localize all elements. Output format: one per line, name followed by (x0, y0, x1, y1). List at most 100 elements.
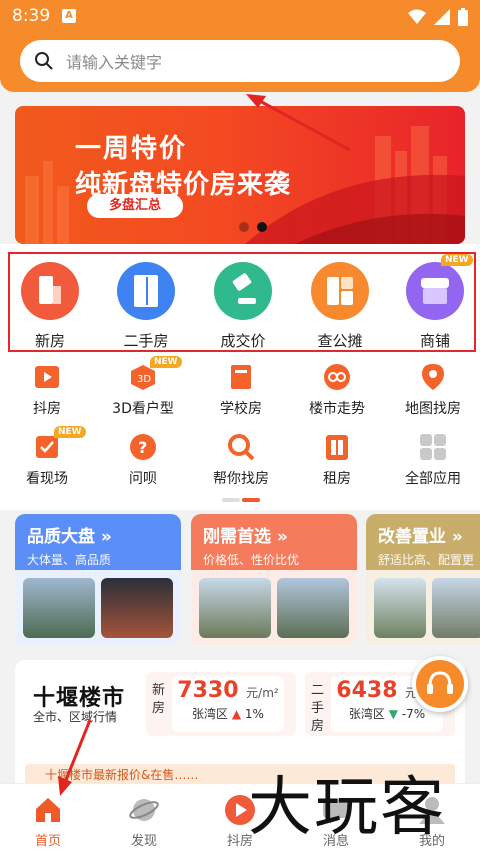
promo-title: 品质大盘 » (27, 527, 112, 547)
nav-label: 首页 (34, 834, 61, 849)
primary-nav-label: 查公摊 (317, 332, 363, 350)
secondary-nav-trend[interactable]: 楼市走势 (292, 362, 382, 418)
promo-subtitle: 大体量、高品质 (27, 553, 112, 567)
nav-home[interactable]: 首页 (0, 784, 96, 853)
banner-title: 一周特价 (75, 134, 188, 164)
promo-images (374, 578, 480, 638)
svg-text:?: ? (138, 438, 147, 457)
property-photo (277, 578, 349, 638)
new-badge: NEW (441, 254, 473, 266)
primary-nav-second-hand[interactable]: 二手房 (106, 254, 186, 351)
secondary-nav-ask[interactable]: ? 问呗 (98, 432, 188, 488)
secondary-nav-school[interactable]: 学校房 (196, 362, 286, 418)
property-photo (101, 578, 173, 638)
promo-card-upgrade[interactable]: 改善置业 » 舒适比高、配置更 (366, 514, 480, 646)
search-input[interactable]: 请输入关键字 (20, 40, 460, 82)
question-icon: ? (128, 432, 158, 462)
promo-title: 改善置业 » (378, 527, 463, 547)
clock: 8:39 (12, 6, 51, 26)
secondary-nav-label: 学校房 (220, 401, 262, 417)
stat-type: 新房 (152, 683, 166, 716)
new-house-price-stat[interactable]: 新房 7330 元/m² 张湾区 ▲ 1% (146, 672, 296, 736)
secondary-nav-label: 3D看户型 (112, 401, 174, 417)
customer-service-button[interactable] (412, 656, 468, 712)
new-badge: NEW (54, 426, 86, 438)
secondary-nav-label: 抖房 (33, 401, 61, 417)
promo-card-first-home[interactable]: 刚需首选 » 价格低、性价比优 (191, 514, 357, 646)
feature-panel: 新房 二手房 成交价 查公摊 NEW 商铺 抖房 3D NEW 3D看户型 学校… (0, 244, 480, 510)
stat-area: 张湾区 (348, 707, 385, 721)
primary-nav-label: 商铺 (419, 332, 450, 350)
promo-title: 刚需首选 » (203, 527, 288, 547)
property-photo (432, 578, 480, 638)
home-icon (32, 794, 64, 826)
nav-label: 发现 (130, 834, 157, 849)
new-badge: NEW (150, 356, 182, 368)
secondary-nav-all-apps[interactable]: 全部应用 (388, 432, 478, 488)
stat-direction: ▲ (231, 707, 242, 721)
promo-header: 刚需首选 » 价格低、性价比优 (191, 514, 357, 570)
market-description: 全市、区域行情 (33, 710, 118, 724)
secondary-nav-label: 看现场 (26, 471, 68, 487)
pagination-dot-active (257, 222, 267, 232)
secondary-nav-label: 问呗 (129, 471, 157, 487)
pagination-dot (239, 222, 249, 232)
store-icon (406, 262, 464, 320)
door-icon (117, 262, 175, 320)
system-icons (408, 8, 468, 26)
property-photo (23, 578, 95, 638)
promo-header: 品质大盘 » 大体量、高品质 (15, 514, 181, 570)
secondary-nav-3d[interactable]: 3D NEW 3D看户型 (98, 356, 188, 418)
secondary-nav-label: 帮你找房 (213, 471, 269, 487)
secondary-nav-onsite[interactable]: NEW 看现场 (2, 426, 92, 488)
promo-subtitle: 舒适比高、配置更 (378, 553, 475, 567)
notification-a-icon: A (62, 9, 76, 23)
video-icon (32, 362, 62, 392)
nav-page-indicator (222, 498, 260, 502)
banner-pagination (239, 222, 267, 232)
stat-price: 7330 (177, 678, 239, 703)
watermark: 大玩客 (248, 771, 446, 845)
secondary-nav-douyin[interactable]: 抖房 (2, 362, 92, 418)
secondary-nav-label: 地图找房 (405, 401, 461, 417)
signal-icon (434, 9, 450, 25)
promo-images (23, 578, 173, 638)
secondary-nav-label: 楼市走势 (309, 401, 365, 417)
search-placeholder: 请输入关键字 (66, 53, 163, 72)
property-photo (199, 578, 271, 638)
magnifier-icon (226, 432, 256, 462)
promo-card-quality[interactable]: 品质大盘 » 大体量、高品质 (15, 514, 181, 646)
trend-icon (322, 362, 352, 392)
banner-pill: 多盘汇总 (87, 194, 183, 218)
layout-icon (311, 262, 369, 320)
primary-nav-deal-price[interactable]: 成交价 (203, 254, 283, 351)
promo-subtitle: 价格低、性价比优 (203, 553, 300, 567)
headset-icon (427, 671, 453, 694)
apps-grid-icon (418, 432, 448, 462)
rent-icon (322, 432, 352, 462)
secondary-nav-rent[interactable]: 租房 (292, 432, 382, 488)
secondary-nav-label: 租房 (323, 471, 351, 487)
new-house-icon (21, 262, 79, 320)
stat-area: 张湾区 (192, 707, 229, 721)
primary-nav-store[interactable]: NEW 商铺 (395, 254, 475, 351)
primary-nav-label: 二手房 (123, 332, 169, 350)
primary-nav-label: 成交价 (220, 332, 266, 350)
secondary-nav-map[interactable]: 地图找房 (388, 362, 478, 418)
secondary-nav-label: 全部应用 (405, 471, 461, 487)
map-pin-icon (418, 362, 448, 392)
primary-nav-shared-area[interactable]: 查公摊 (300, 254, 380, 351)
svg-text:3D: 3D (137, 374, 151, 385)
stat-price: 6438 (336, 678, 398, 703)
primary-nav-new-house[interactable]: 新房 (10, 254, 90, 351)
battery-icon (458, 8, 468, 26)
nav-discover[interactable]: 发现 (96, 784, 192, 853)
stat-type: 二手房 (311, 683, 325, 734)
book-icon (226, 362, 256, 392)
promo-banner[interactable]: 一周特价 纯新盘特价房来袭 多盘汇总 (15, 106, 465, 244)
gavel-icon (214, 262, 272, 320)
primary-nav: 新房 二手房 成交价 查公摊 NEW 商铺 (8, 252, 476, 352)
property-photo (374, 578, 426, 638)
secondary-nav-find[interactable]: 帮你找房 (196, 432, 286, 488)
stat-change: 1% (244, 707, 264, 721)
